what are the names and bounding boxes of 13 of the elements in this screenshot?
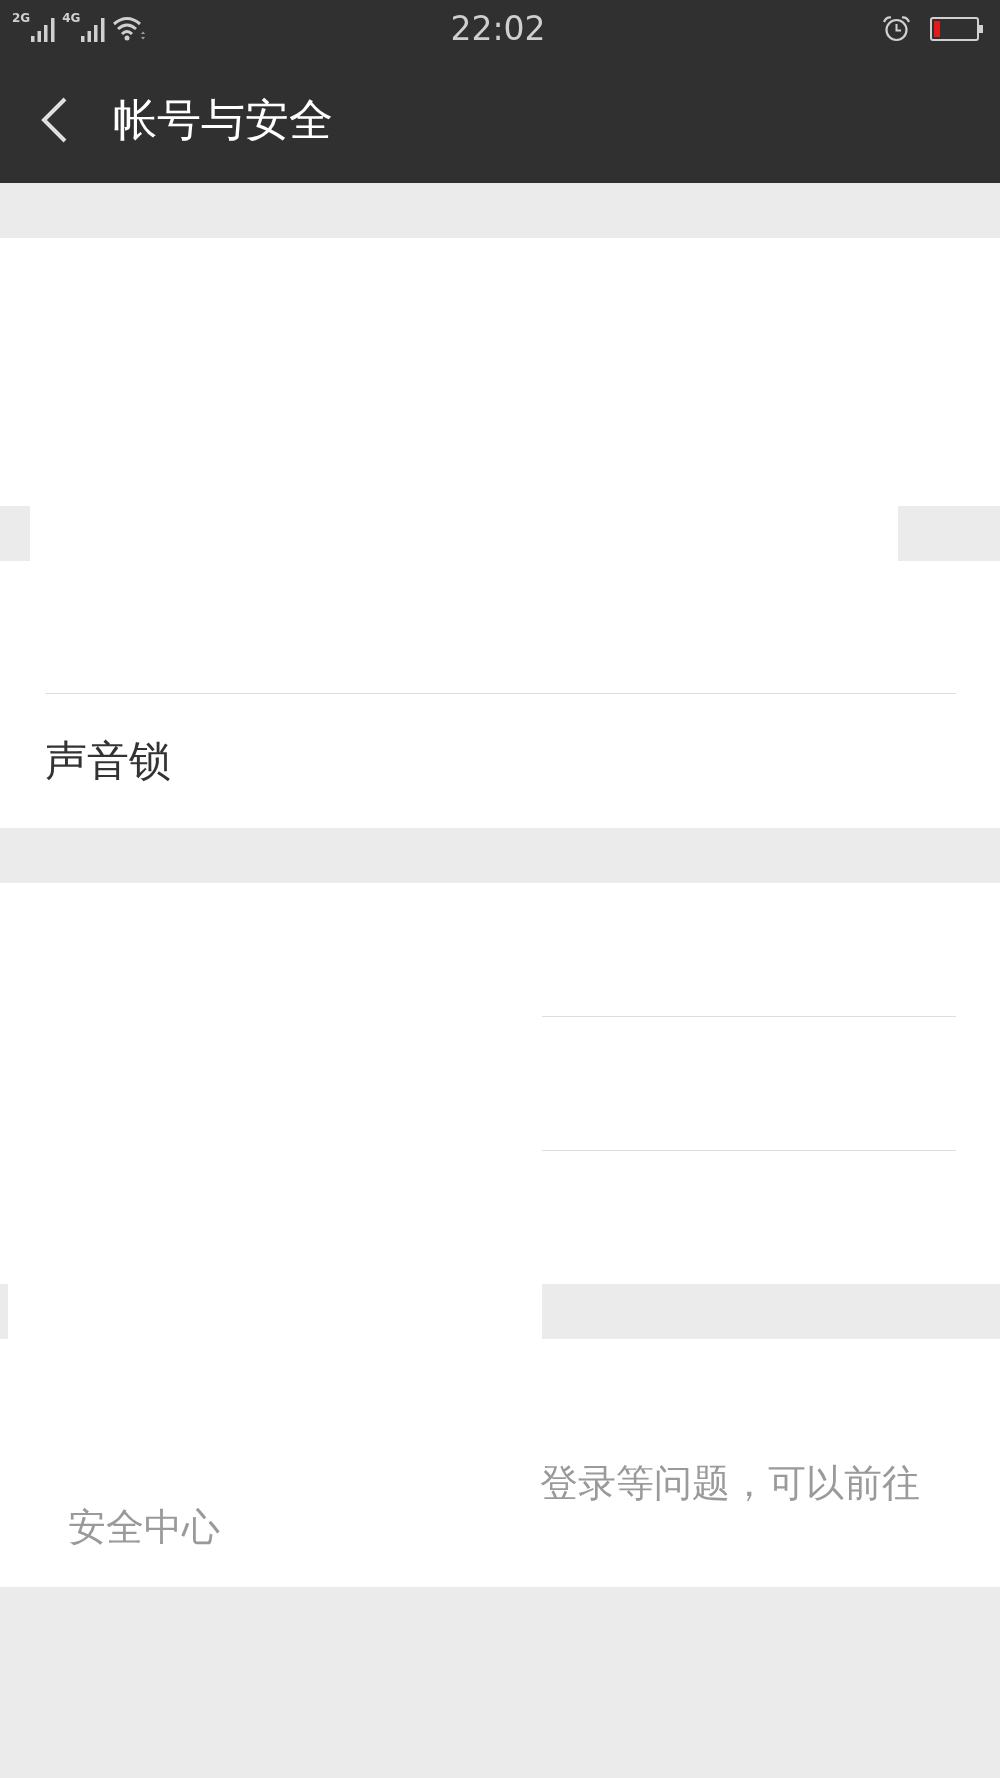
back-button[interactable]	[40, 97, 68, 143]
battery-icon	[930, 16, 984, 41]
signal-icon	[81, 18, 106, 42]
help-text: 登录等问题，可以前往	[540, 1461, 920, 1505]
network-label: 4G	[62, 12, 81, 24]
wifi-icon	[112, 16, 147, 42]
alarm-clock-icon	[883, 15, 910, 42]
clock-time: 22:02	[450, 9, 546, 48]
help-text: 安全中心	[68, 1505, 220, 1549]
nav-title: 帐号与安全	[113, 92, 333, 147]
signal-icon	[31, 18, 56, 42]
network-label: 2G	[12, 12, 31, 24]
chevron-left-icon	[40, 97, 68, 143]
